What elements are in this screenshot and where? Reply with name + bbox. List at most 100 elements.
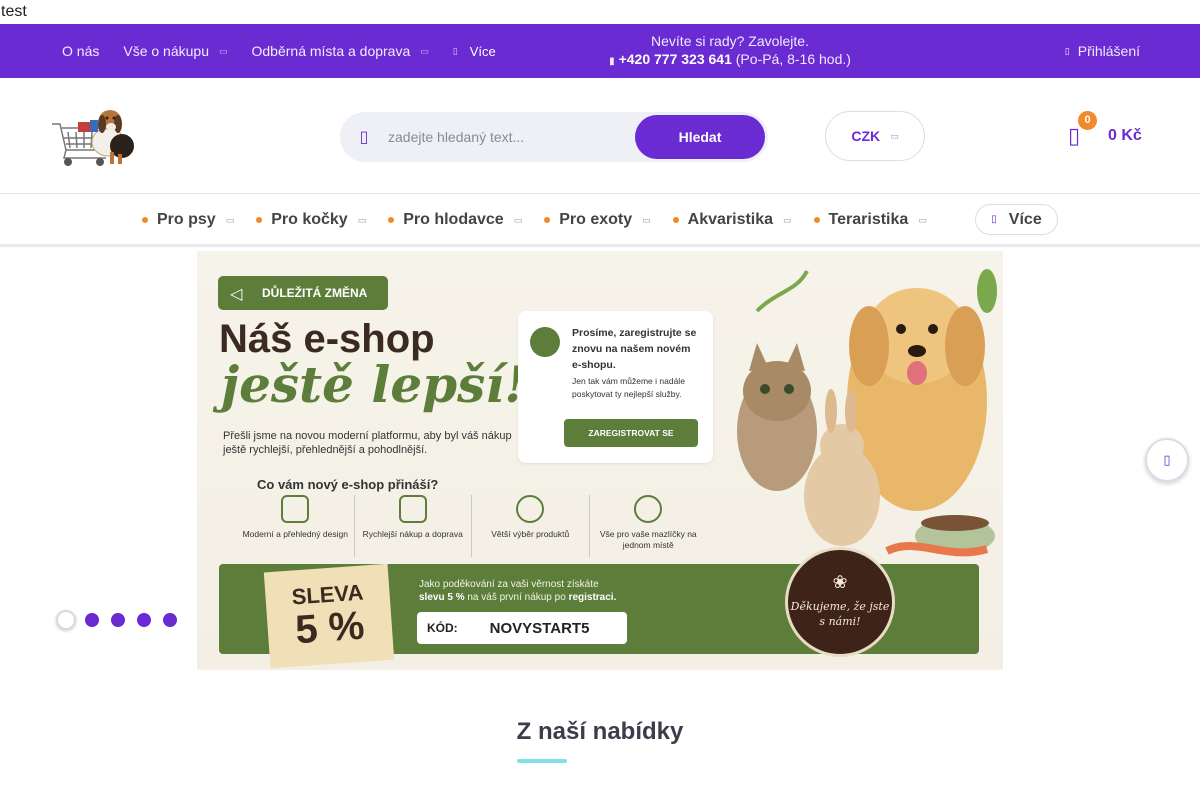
login-link[interactable]: ▯ Přihlášení bbox=[1065, 24, 1140, 78]
category-label: Pro psy bbox=[157, 211, 216, 228]
cart-count-badge: 0 bbox=[1078, 111, 1097, 130]
search-input[interactable] bbox=[388, 129, 628, 145]
header: ▯ Hledat CZK ▭ ▯ 0 0 Kč bbox=[0, 78, 1200, 194]
discount-code-box: KÓD: NOVYSTART5 bbox=[417, 612, 627, 644]
office-hours: (Po-Pá, 8-16 hod.) bbox=[735, 51, 851, 67]
chevron-down-icon: ▭ bbox=[642, 214, 651, 225]
more-icon: ▯ bbox=[991, 214, 997, 225]
banner-features: Moderní a přehledný design Rychlejší nák… bbox=[237, 495, 707, 557]
pets-illustration bbox=[737, 269, 997, 557]
banner-intro: Přešli jsme na novou moderní platformu, … bbox=[223, 430, 512, 456]
feature-item: Moderní a přehledný design bbox=[237, 495, 355, 557]
monitor-icon bbox=[281, 495, 310, 523]
chevron-down-icon: ▭ bbox=[420, 45, 429, 56]
category-more-button[interactable]: ▯ Více bbox=[975, 204, 1058, 235]
slider-dot[interactable] bbox=[85, 613, 99, 627]
code-label: KÓD: bbox=[427, 621, 458, 635]
contact-info: Nevíte si rady? Zavolejte. ▮ +420 777 323… bbox=[530, 32, 930, 71]
category-label: Teraristika bbox=[828, 211, 909, 228]
user-icon: ▯ bbox=[1064, 45, 1070, 56]
banner-headline-script: ještě lepší! bbox=[221, 355, 527, 414]
paw-icon: ❀ bbox=[832, 572, 848, 593]
feature-item: Vše pro vaše mazlíčky na jednom místě bbox=[590, 495, 708, 557]
top-nav-label: Vše o nákupu bbox=[123, 43, 209, 59]
top-nav-item-pickup[interactable]: Odběrná místa a doprava ▭ bbox=[252, 43, 429, 59]
thanks-text-b: slevu 5 % bbox=[419, 592, 465, 603]
top-nav-label: Odběrná místa a doprava bbox=[251, 43, 411, 59]
section-title: Z naší nabídky bbox=[516, 718, 684, 745]
test-text: test bbox=[1, 3, 27, 20]
search-bar: ▯ Hledat bbox=[340, 112, 768, 162]
thanks-text-a: Jako poděkování za vaši věrnost získáte bbox=[419, 579, 599, 590]
slider-dots bbox=[56, 610, 189, 630]
heart-icon bbox=[634, 495, 663, 523]
code-value: NOVYSTART5 bbox=[489, 619, 590, 637]
seal-text: Děkujeme, že jste s námi! bbox=[790, 600, 890, 628]
megaphone-icon: ◁ bbox=[230, 286, 243, 303]
slider-dot[interactable] bbox=[163, 613, 177, 627]
category-item-dogs[interactable]: Pro psy ▭ bbox=[142, 211, 234, 229]
slider-dot[interactable] bbox=[111, 613, 125, 627]
category-label: Akvaristika bbox=[687, 211, 774, 228]
top-nav-more[interactable]: ▯ Více bbox=[453, 44, 496, 59]
feature-label: Rychlejší nákup a doprava bbox=[362, 529, 463, 539]
register-card-text: Jen tak vám můžeme i nadále poskytovat t… bbox=[572, 376, 685, 399]
chevron-right-icon: ▯ bbox=[1163, 452, 1171, 467]
feature-label: Vše pro vaše mazlíčky na jednom místě bbox=[599, 529, 697, 550]
category-item-cats[interactable]: Pro kočky ▭ bbox=[256, 211, 366, 229]
hero-banner[interactable]: ◁ DŮLEŽITÁ ZMĚNA Náš e-shop ještě lepší!… bbox=[197, 251, 1003, 670]
top-nav-item-about[interactable]: O nás bbox=[62, 43, 99, 59]
user-icon bbox=[530, 327, 560, 357]
register-card-title: Prosíme, zaregistrujte se znovu na našem… bbox=[572, 327, 697, 371]
feature-item: Větší výběr produktů bbox=[472, 495, 590, 557]
chevron-down-icon: ▭ bbox=[218, 45, 228, 56]
slider-next-button[interactable]: ▯ bbox=[1145, 438, 1189, 482]
star-icon bbox=[516, 495, 545, 523]
slider-dot[interactable] bbox=[56, 610, 76, 630]
logo[interactable] bbox=[50, 102, 140, 170]
search-button[interactable]: Hledat bbox=[635, 115, 765, 159]
thanks-text-d: registraci. bbox=[568, 592, 617, 603]
category-more-label: Více bbox=[1008, 210, 1042, 228]
feature-label: Větší výběr produktů bbox=[491, 529, 570, 539]
banner-question: Co vám nový e-shop přináší? bbox=[257, 477, 439, 492]
cart-button[interactable]: ▯ 0 0 Kč bbox=[1068, 111, 1142, 154]
chevron-down-icon: ▭ bbox=[783, 214, 792, 225]
category-nav: Pro psy ▭ Pro kočky ▭ Pro hlodavce ▭ Pro… bbox=[0, 194, 1200, 247]
top-nav: O nás Vše o nákupu ▭ Odběrná místa a dop… bbox=[62, 24, 496, 78]
banner-tag: ◁ DŮLEŽITÁ ZMĚNA bbox=[218, 276, 388, 310]
phone-number[interactable]: +420 777 323 641 bbox=[619, 51, 732, 67]
bullet-dot bbox=[388, 217, 395, 223]
top-nav-item-shopping[interactable]: Vše o nákupu ▭ bbox=[123, 43, 227, 59]
bullet-dot bbox=[813, 217, 820, 223]
top-bar: O nás Vše o nákupu ▭ Odběrná místa a dop… bbox=[0, 24, 1200, 78]
category-item-aquaristics[interactable]: Akvaristika ▭ bbox=[672, 211, 792, 229]
thanks-text: Jako poděkování za vaši věrnost získáte … bbox=[419, 578, 679, 604]
top-nav-label: O nás bbox=[62, 43, 100, 59]
coupon-line2: 5 % bbox=[293, 603, 366, 653]
bullet-dot bbox=[256, 217, 263, 223]
slider-dot[interactable] bbox=[137, 613, 151, 627]
register-card: Prosíme, zaregistrujte se znovu na našem… bbox=[518, 311, 713, 463]
currency-select[interactable]: CZK ▭ bbox=[825, 111, 925, 161]
category-item-exotics[interactable]: Pro exoty ▭ bbox=[544, 211, 651, 229]
register-button[interactable]: ZAREGISTROVAT SE bbox=[564, 419, 698, 447]
thanks-text-c: na váš první nákup po bbox=[467, 592, 566, 603]
chevron-down-icon: ▭ bbox=[357, 214, 367, 225]
thanks-seal: ❀ Děkujeme, že jste s námi! bbox=[785, 547, 895, 657]
contact-line: Nevíte si rady? Zavolejte. bbox=[651, 33, 809, 49]
chevron-down-icon: ▭ bbox=[890, 130, 899, 141]
feature-label: Moderní a přehledný design bbox=[242, 529, 348, 539]
category-label: Pro hlodavce bbox=[403, 211, 504, 228]
cart-total: 0 Kč bbox=[1108, 127, 1142, 144]
category-item-rodents[interactable]: Pro hlodavce ▭ bbox=[388, 211, 522, 229]
bullet-dot bbox=[142, 217, 148, 223]
currency-value: CZK bbox=[851, 128, 881, 144]
more-icon: ▯ bbox=[452, 45, 458, 56]
truck-icon bbox=[398, 495, 427, 523]
login-label: Přihlášení bbox=[1077, 43, 1140, 59]
category-item-terraristics[interactable]: Teraristika ▭ bbox=[813, 211, 927, 229]
chevron-down-icon: ▭ bbox=[513, 214, 523, 225]
discount-coupon: SLEVA 5 % bbox=[263, 563, 395, 669]
bullet-dot bbox=[672, 217, 679, 223]
